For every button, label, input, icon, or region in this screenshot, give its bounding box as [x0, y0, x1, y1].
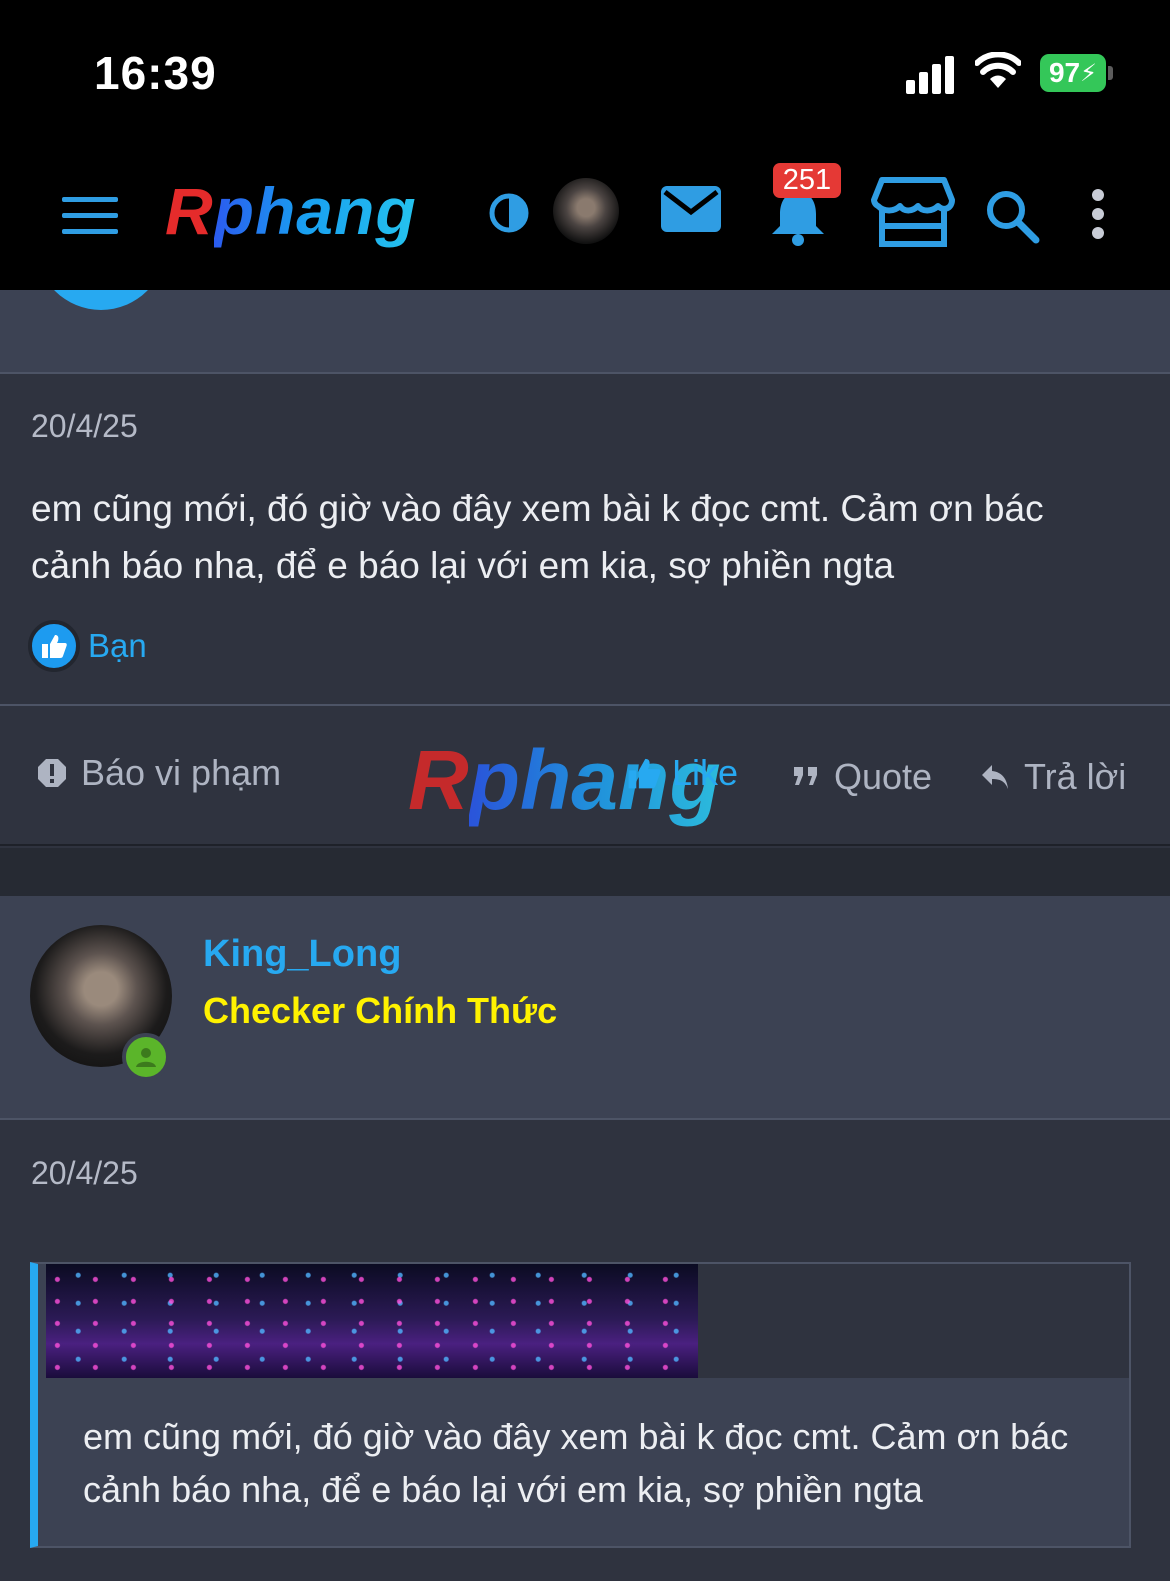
quote-button[interactable]: Quote [792, 756, 932, 798]
report-label: Báo vi phạm [81, 752, 282, 793]
quote-banner-image [46, 1264, 698, 1378]
battery-level: 97 [1048, 57, 1081, 88]
user-title: Checker Chính Thức [203, 990, 558, 1031]
thumbs-up-icon [628, 758, 661, 789]
reaction-label: Bạn [88, 627, 147, 664]
theme-toggle-icon[interactable] [488, 192, 530, 234]
site-logo[interactable]: Rphang [165, 178, 417, 244]
logo-text: phang [213, 174, 417, 248]
battery-indicator: 97 ⚡ [1040, 54, 1106, 92]
quote-icon [794, 767, 817, 785]
logo-letter-r: R [165, 174, 214, 248]
notification-badge: 251 [773, 163, 841, 198]
mail-icon[interactable] [661, 186, 721, 232]
quote-header [698, 1264, 1129, 1378]
post-header [0, 290, 1170, 374]
thumbs-up-icon [28, 620, 80, 672]
post-header: King_Long Checker Chính Thức [0, 896, 1170, 1120]
reaction-summary[interactable]: Bạn [28, 620, 147, 672]
battery-tip [1108, 66, 1113, 80]
warning-icon [38, 759, 66, 787]
poster-avatar[interactable] [36, 290, 166, 310]
username[interactable]: King_Long [203, 933, 401, 976]
wifi-icon [975, 52, 1021, 88]
quote-label: Quote [834, 756, 933, 797]
status-bar: 16:39 97 ⚡ [0, 0, 1170, 140]
reply-icon [982, 765, 1008, 789]
reply-button[interactable]: Trả lời [980, 756, 1126, 798]
post-separator [0, 848, 1170, 896]
like-button[interactable]: Like [626, 752, 738, 794]
quote-text: em cũng mới, đó giờ vào đây xem bài k đọ… [83, 1416, 1069, 1510]
post-message: em cũng mới, đó giờ vào đây xem bài k đọ… [31, 488, 1044, 586]
cellular-signal-icon [906, 56, 956, 94]
menu-icon[interactable] [62, 197, 118, 235]
charging-bolt-icon: ⚡ [1080, 59, 1097, 87]
post-date[interactable]: 20/4/25 [31, 1155, 138, 1192]
watermark-letter-r: R [408, 733, 469, 827]
online-status-icon [122, 1033, 170, 1081]
search-icon[interactable] [984, 188, 1040, 244]
user-avatar[interactable] [553, 178, 619, 244]
status-time: 16:39 [94, 47, 217, 99]
more-options-icon[interactable] [1088, 188, 1108, 240]
quote-block[interactable]: em cũng mới, đó giờ vào đây xem bài k đọ… [30, 1262, 1131, 1548]
store-icon[interactable] [870, 176, 956, 248]
like-label: Like [672, 752, 739, 793]
reply-label: Trả lời [1024, 756, 1127, 797]
report-button[interactable]: Báo vi phạm [37, 752, 281, 794]
post-date[interactable]: 20/4/25 [31, 408, 138, 445]
